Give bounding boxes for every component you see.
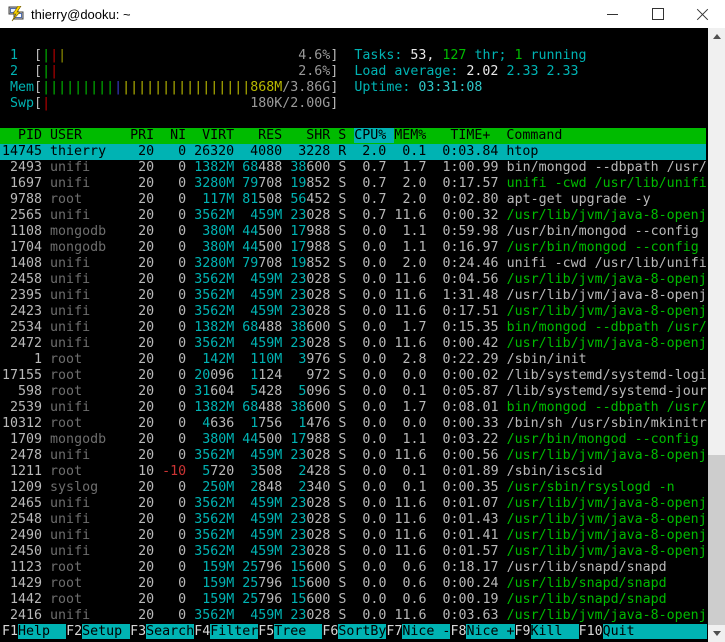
maximize-icon: [652, 8, 664, 20]
process-row-2423[interactable]: 2423 unifi 20 0 3562M 459M 23028 S 0.0 1…: [0, 304, 706, 320]
process-row-1211[interactable]: 1211 root 10 -10 5720 3508 2428 S 0.0 0.…: [0, 464, 706, 480]
process-row-1209[interactable]: 1209 syslog 20 0 250M 2848 2340 S 0.0 0.…: [0, 480, 706, 496]
process-row-2490[interactable]: 2490 unifi 20 0 3562M 459M 23028 S 0.0 1…: [0, 528, 706, 544]
scroll-down-button[interactable]: [708, 625, 725, 642]
blank-line: [0, 32, 706, 48]
table-header[interactable]: PID USER PRI NI VIRT RES SHR S CPU% MEM%…: [0, 128, 706, 144]
process-row-598[interactable]: 598 root 20 0 31604 5428 5096 S 0.0 0.1 …: [0, 384, 706, 400]
fkey-F7[interactable]: F7Nice -: [386, 624, 450, 639]
process-row-2539[interactable]: 2539 unifi 20 0 1382M 68488 38600 S 0.0 …: [0, 400, 706, 416]
arrow-up-icon: [713, 34, 721, 39]
meter-mem: Mem[||||||||||||||||||||||||||868M/3.86G…: [0, 80, 706, 96]
process-row-1[interactable]: 1 root 20 0 142M 110M 3976 S 0.0 2.8 0:2…: [0, 352, 706, 368]
minimize-button[interactable]: [590, 0, 635, 28]
scrollbar[interactable]: [708, 28, 725, 642]
putty-window: thierry@dooku: ~ 1 [||| 4.6%] Tasks: 53,…: [0, 0, 725, 642]
process-row-2416[interactable]: 2416 unifi 20 0 3562M 459M 23028 S 0.0 1…: [0, 608, 706, 624]
maximize-button[interactable]: [635, 0, 680, 28]
blank-line: [0, 112, 706, 128]
scroll-up-button[interactable]: [708, 28, 725, 45]
process-row-1704[interactable]: 1704 mongodb 20 0 380M 44500 17988 S 0.0…: [0, 240, 706, 256]
meter-2: 2 [|| 2.6%] Load average: 2.02 2.33 2.33: [0, 64, 706, 80]
process-row-2472[interactable]: 2472 unifi 20 0 3562M 459M 23028 S 0.0 1…: [0, 336, 706, 352]
fkey-F9[interactable]: F9Kill: [515, 624, 579, 639]
close-icon: [696, 8, 709, 21]
fkey-F4[interactable]: F4Filter: [194, 624, 258, 639]
process-row-2548[interactable]: 2548 unifi 20 0 3562M 459M 23028 S 0.0 1…: [0, 512, 706, 528]
process-row-1408[interactable]: 1408 unifi 20 0 3280M 79708 19852 S 0.0 …: [0, 256, 706, 272]
title-bar[interactable]: thierry@dooku: ~: [0, 0, 725, 28]
process-row-2450[interactable]: 2450 unifi 20 0 3562M 459M 23028 S 0.0 1…: [0, 544, 706, 560]
scrollbar-thumb[interactable]: [708, 455, 725, 625]
fkey-F5[interactable]: F5Tree: [258, 624, 322, 639]
process-row-2565[interactable]: 2565 unifi 20 0 3562M 459M 23028 S 0.7 1…: [0, 208, 706, 224]
fkey-F8[interactable]: F8Nice +: [450, 624, 514, 639]
window-title: thierry@dooku: ~: [31, 7, 131, 22]
process-row-1429[interactable]: 1429 root 20 0 159M 25796 15600 S 0.0 0.…: [0, 576, 706, 592]
meter-1: 1 [||| 4.6%] Tasks: 53, 127 thr; 1 runni…: [0, 48, 706, 64]
fkey-F2[interactable]: F2Setup: [66, 624, 130, 639]
process-row-1108[interactable]: 1108 mongodb 20 0 380M 44500 17988 S 0.0…: [0, 224, 706, 240]
function-key-bar: F1Help F2Setup F3SearchF4FilterF5Tree F6…: [0, 624, 706, 640]
process-row-2458[interactable]: 2458 unifi 20 0 3562M 459M 23028 S 0.0 1…: [0, 272, 706, 288]
minimize-icon: [607, 14, 618, 15]
process-row-10312[interactable]: 10312 root 20 0 4636 1756 1476 S 0.0 0.0…: [0, 416, 706, 432]
fkey-F6[interactable]: F6SortBy: [322, 624, 386, 639]
putty-icon: [8, 6, 24, 22]
process-row-2465[interactable]: 2465 unifi 20 0 3562M 459M 23028 S 0.0 1…: [0, 496, 706, 512]
process-row-9788[interactable]: 9788 root 20 0 117M 81508 56452 S 0.7 2.…: [0, 192, 706, 208]
htop-terminal: 1 [||| 4.6%] Tasks: 53, 127 thr; 1 runni…: [0, 28, 708, 642]
process-row-1123[interactable]: 1123 root 20 0 159M 25796 15600 S 0.0 0.…: [0, 560, 706, 576]
fkey-F10[interactable]: F10Quit: [579, 624, 651, 639]
close-button[interactable]: [680, 0, 725, 28]
process-row-17155[interactable]: 17155 root 20 0 20096 1124 972 S 0.0 0.0…: [0, 368, 706, 384]
process-row-1442[interactable]: 1442 root 20 0 159M 25796 15600 S 0.0 0.…: [0, 592, 706, 608]
arrow-down-icon: [713, 631, 721, 636]
meter-swp: Swp[| 180K/2.00G]: [0, 96, 706, 112]
process-row-1709[interactable]: 1709 mongodb 20 0 380M 44500 17988 S 0.0…: [0, 432, 706, 448]
process-row-2395[interactable]: 2395 unifi 20 0 3562M 459M 23028 S 0.0 1…: [0, 288, 706, 304]
fkey-F3[interactable]: F3Search: [130, 624, 194, 639]
process-row-1697[interactable]: 1697 unifi 20 0 3280M 79708 19852 S 0.7 …: [0, 176, 706, 192]
process-row-2478[interactable]: 2478 unifi 20 0 3562M 459M 23028 S 0.0 1…: [0, 448, 706, 464]
process-row-14745[interactable]: 14745 thierry 20 0 26320 4080 3228 R 2.0…: [0, 144, 706, 160]
fkey-F1[interactable]: F1Help: [2, 624, 66, 639]
process-row-2493[interactable]: 2493 unifi 20 0 1382M 68488 38600 S 0.7 …: [0, 160, 706, 176]
process-row-2534[interactable]: 2534 unifi 20 0 1382M 68488 38600 S 0.0 …: [0, 320, 706, 336]
